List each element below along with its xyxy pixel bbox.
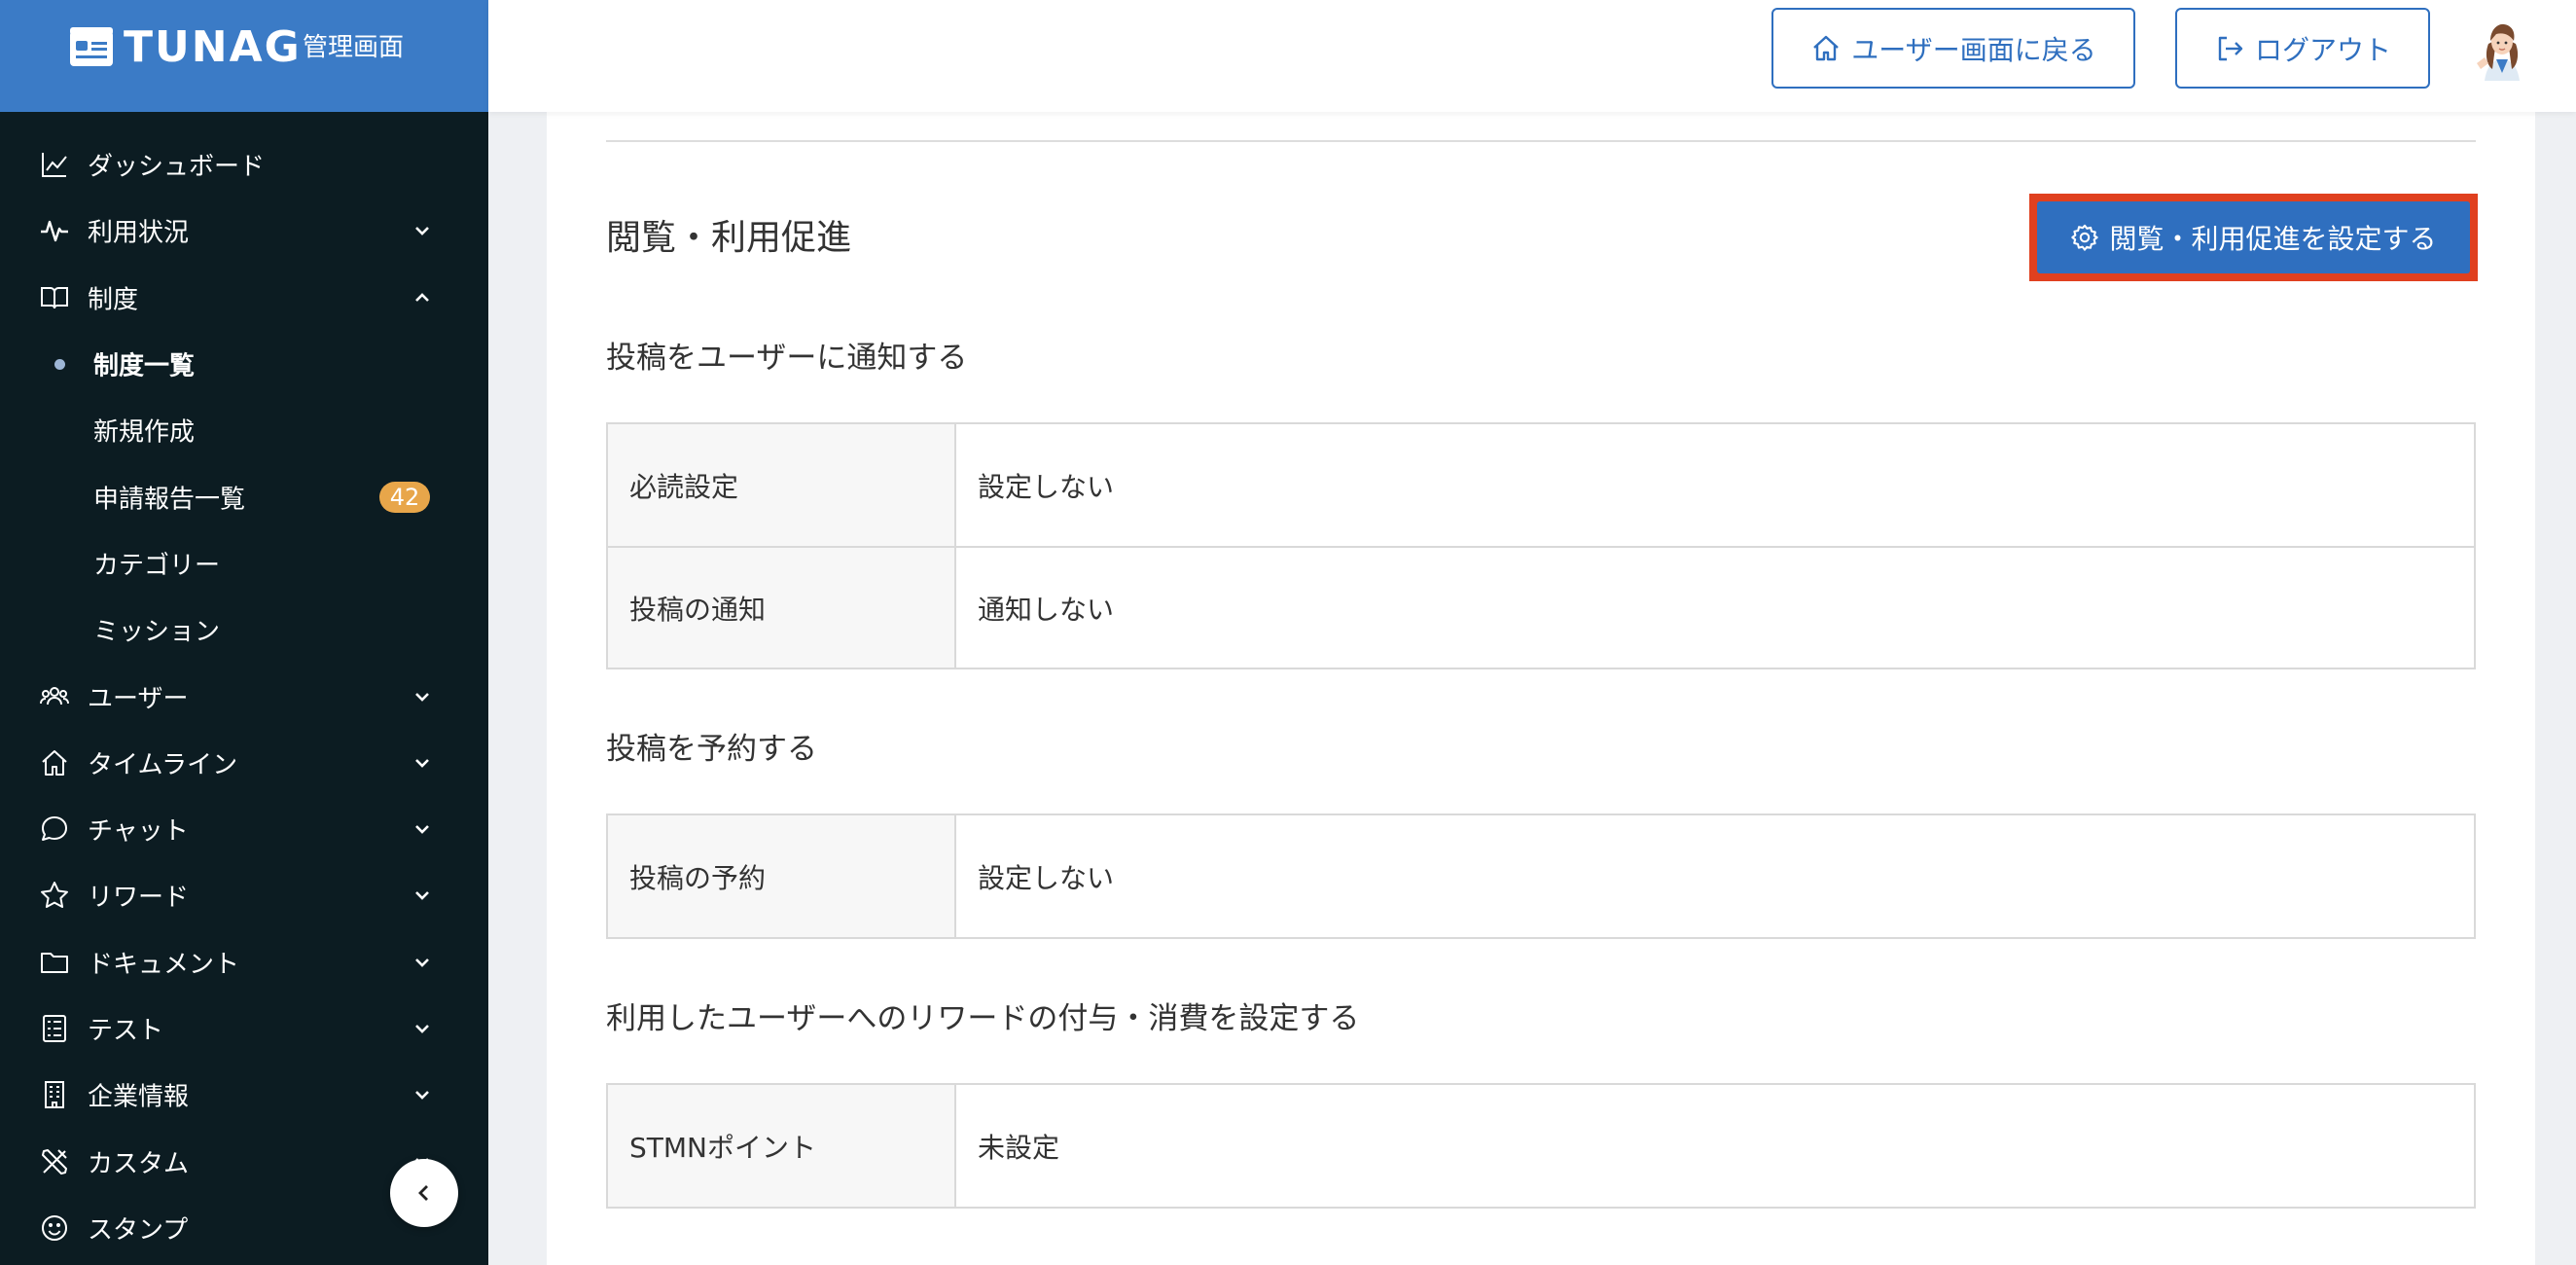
back-to-user-screen-button[interactable]: ユーザー画面に戻る: [1771, 8, 2135, 89]
sidebar-item-label: 企業情報: [88, 1082, 190, 1112]
tools-icon: [39, 1146, 70, 1177]
table-row: 必読設定 設定しない: [608, 424, 2474, 546]
sidebar-item-label: カスタム: [88, 1149, 190, 1179]
sidebar-item-timeline[interactable]: タイムライン: [0, 730, 488, 796]
sidebar-item-label: スタンプ: [88, 1215, 189, 1246]
sidebar-item-label: テスト: [88, 1016, 164, 1046]
chevron-down-icon: [411, 1017, 434, 1040]
table-label-cell: 必読設定: [608, 424, 956, 546]
sidebar-item-label: ドキュメント: [88, 950, 240, 980]
table-label-cell: STMNポイント: [608, 1085, 956, 1207]
sidebar: TUNAG 管理画面 ダッシュボード 利用状況 制度 制度一覧 新規作成 申請報…: [0, 0, 488, 1265]
sidebar-item-reward[interactable]: リワード: [0, 862, 488, 928]
table-value-cell: 通知しない: [978, 593, 1115, 626]
settings-table-notify: 必読設定 設定しない 投稿の通知 通知しない: [606, 422, 2476, 669]
settings-table-reward: STMNポイント 未設定: [606, 1083, 2476, 1209]
group-title-schedule: 投稿を予約する: [606, 732, 817, 767]
building-icon: [39, 1079, 70, 1110]
users-icon: [39, 681, 70, 712]
sidebar-item-users[interactable]: ユーザー: [0, 663, 488, 729]
chevron-down-icon: [411, 951, 434, 974]
chevron-up-icon: [411, 286, 434, 309]
logout-button-label: ログアウト: [2254, 33, 2391, 66]
sidebar-item-usage[interactable]: 利用状況: [0, 198, 488, 264]
table-value-cell: 設定しない: [978, 470, 1115, 503]
sidebar-item-dashboard[interactable]: ダッシュボード: [0, 131, 488, 198]
sidebar-item-label: ダッシュボード: [88, 152, 266, 182]
chart-line-icon: [39, 149, 70, 180]
table-row: 投稿の予約 設定しない: [608, 815, 2474, 937]
home-icon: [39, 747, 70, 778]
sidebar-subitem-new[interactable]: 新規作成: [0, 397, 488, 463]
sidebar-item-label: チャット: [88, 816, 189, 847]
logo-bar[interactable]: TUNAG 管理画面: [0, 0, 488, 112]
logout-button[interactable]: ログアウト: [2175, 8, 2430, 89]
sidebar-subitem-category[interactable]: カテゴリー: [0, 530, 488, 596]
sidebar-item-label: タイムライン: [88, 750, 238, 780]
sidebar-nav: ダッシュボード 利用状況 制度 制度一覧 新規作成 申請報告一覧 42 カテゴリ…: [0, 131, 488, 1261]
sidebar-item-label: 申請報告一覧: [93, 485, 246, 515]
sidebar-item-label: 制度: [88, 285, 139, 315]
settings-table-schedule: 投稿の予約 設定しない: [606, 813, 2476, 939]
logo-text: TUNAG: [124, 22, 302, 72]
sidebar-item-label: 制度一覧: [93, 351, 196, 381]
section-divider: [606, 140, 2476, 142]
star-icon: [39, 880, 70, 911]
chevron-down-icon: [411, 1083, 434, 1106]
sidebar-item-documents[interactable]: ドキュメント: [0, 929, 488, 995]
chevron-down-icon: [411, 219, 434, 242]
sidebar-item-company[interactable]: 企業情報: [0, 1062, 488, 1128]
sidebar-item-label: 利用状況: [88, 218, 190, 248]
sidebar-subitem-report-list[interactable]: 申請報告一覧 42: [0, 463, 488, 529]
group-title-reward: 利用したユーザーへのリワードの付与・消費を設定する: [606, 1001, 1360, 1036]
chevron-down-icon: [411, 685, 434, 708]
top-header: ユーザー画面に戻る ログアウト: [488, 0, 2576, 112]
sidebar-collapse-button[interactable]: [390, 1159, 458, 1227]
group-title-notify: 投稿をユーザーに通知する: [606, 341, 968, 376]
highlight-frame: 閲覧・利用促進を設定する: [2029, 194, 2478, 281]
checklist-icon: [39, 1013, 70, 1044]
logo-icon: [70, 27, 113, 66]
configure-button-label: 閲覧・利用促進を設定する: [2109, 223, 2437, 255]
table-value-cell: 未設定: [978, 1131, 1060, 1164]
configure-promotion-button[interactable]: 閲覧・利用促進を設定する: [2037, 201, 2470, 273]
back-button-label: ユーザー画面に戻る: [1851, 33, 2096, 66]
sidebar-item-label: カテゴリー: [93, 551, 221, 581]
table-label-cell: 投稿の通知: [608, 548, 956, 668]
count-badge: 42: [379, 481, 430, 513]
smile-icon: [39, 1212, 70, 1244]
table-row: STMNポイント 未設定: [608, 1085, 2474, 1207]
sidebar-subitem-system-list[interactable]: 制度一覧: [0, 331, 488, 397]
gear-icon: [2071, 224, 2099, 251]
folder-icon: [39, 947, 70, 978]
sidebar-subitem-mission[interactable]: ミッション: [0, 596, 488, 663]
book-icon: [39, 282, 70, 313]
active-indicator-dot: [54, 359, 65, 371]
chevron-left-icon: [418, 1185, 428, 1201]
activity-icon: [39, 215, 70, 246]
table-label-cell: 投稿の予約: [608, 815, 956, 937]
sidebar-item-label: リワード: [88, 883, 190, 913]
sidebar-item-chat[interactable]: チャット: [0, 796, 488, 862]
sidebar-item-test[interactable]: テスト: [0, 995, 488, 1062]
chevron-down-icon: [411, 817, 434, 841]
section-title: 閲覧・利用促進: [606, 218, 852, 258]
table-row: 投稿の通知 通知しない: [608, 546, 2474, 668]
avatar[interactable]: [2469, 15, 2535, 81]
sidebar-item-label: 新規作成: [93, 417, 196, 448]
sidebar-item-label: ミッション: [93, 617, 221, 647]
logo-subtitle: 管理画面: [303, 33, 405, 62]
sidebar-item-label: ユーザー: [88, 684, 189, 714]
table-value-cell: 設定しない: [978, 861, 1115, 894]
chevron-down-icon: [411, 884, 434, 907]
home-icon: [1813, 35, 1840, 60]
sidebar-item-system[interactable]: 制度: [0, 265, 488, 331]
chat-bubble-icon: [39, 813, 70, 845]
chevron-down-icon: [411, 751, 434, 775]
logout-icon: [2218, 36, 2243, 60]
